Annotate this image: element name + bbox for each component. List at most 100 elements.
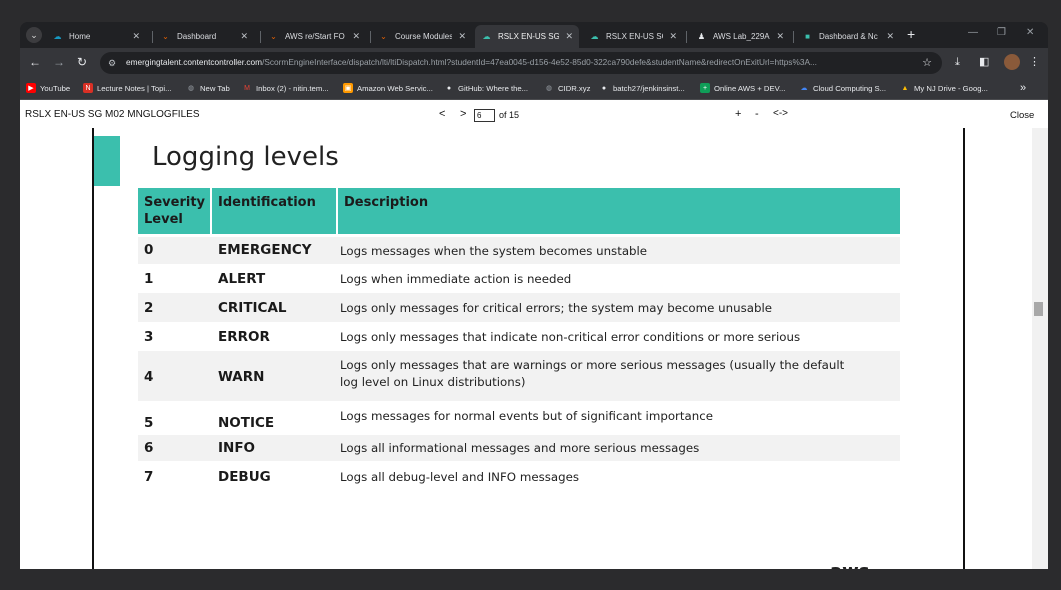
canvas-icon: ⌄ — [380, 32, 387, 41]
sheets-icon: + — [700, 83, 710, 93]
close-icon[interactable]: ✕ — [669, 31, 677, 42]
scrollbar-thumb[interactable] — [1034, 302, 1043, 316]
identification: EMERGENCY — [218, 242, 312, 258]
window-close-icon[interactable]: ✕ — [1026, 27, 1034, 38]
profile-avatar[interactable] — [1004, 54, 1020, 70]
close-icon[interactable]: ✕ — [776, 31, 784, 42]
tab-separator — [152, 31, 153, 43]
severity-level: 2 — [144, 300, 154, 316]
bookmark-star-icon[interactable]: ☆ — [922, 56, 932, 69]
zoom-in-button[interactable]: + — [735, 108, 741, 120]
back-icon[interactable]: ← — [29, 55, 41, 69]
identification: WARN — [218, 369, 265, 385]
severity-level: 5 — [144, 415, 154, 431]
bookmark-new-tab[interactable]: ◍ New Tab — [186, 83, 230, 93]
github-icon: ● — [601, 84, 607, 92]
tab-dashboard-nc[interactable]: ■ Dashboard & Nc ✕ — [796, 25, 900, 48]
identification: INFO — [218, 440, 256, 456]
bookmark-lecture-notes[interactable]: N Lecture Notes | Topi... — [83, 83, 172, 93]
restore-icon[interactable]: ❐ — [997, 27, 1006, 38]
tab-separator — [370, 31, 371, 43]
table-row: 0 EMERGENCY Logs messages when the syste… — [138, 237, 900, 264]
bookmark-cidr[interactable]: ◍ CIDR.xyz — [544, 83, 591, 93]
bookmark-aws[interactable]: ▣ Amazon Web Servic... — [343, 83, 433, 93]
previous-page-button[interactable]: < — [439, 108, 445, 120]
zoom-out-button[interactable]: - — [755, 108, 759, 120]
bookmark-cloud-computing[interactable]: ☁ Cloud Computing S... — [799, 83, 887, 93]
description: Logs only messages that are warnings or … — [340, 358, 845, 389]
aws-logo: aws — [830, 561, 870, 569]
tab-rslx-active[interactable]: ☁ RSLX EN-US SG I ✕ — [475, 25, 579, 48]
slide-title: Logging levels — [152, 142, 339, 172]
tab-strip: ⌄ ☁ Home ✕ ⌄ Dashboard ✕ ⌄ AWS re/Start … — [20, 22, 1048, 48]
identification: DEBUG — [218, 469, 271, 485]
browser-toolbar: ← → ↻ ⚙ emergingtalent.contentcontroller… — [20, 48, 1048, 78]
fit-width-button[interactable]: <-> — [773, 108, 788, 119]
side-panel-icon[interactable]: ◧ — [979, 56, 989, 68]
close-icon[interactable]: ✕ — [132, 31, 140, 42]
scrollbar[interactable] — [1032, 128, 1048, 569]
aws-icon: ☁ — [590, 32, 599, 41]
bookmark-youtube[interactable]: ▶ YouTube — [26, 83, 70, 93]
close-button[interactable]: Close — [1010, 110, 1034, 121]
bookmark-jenkins[interactable]: ● batch27/jenkinsinst... — [599, 83, 685, 93]
identification: NOTICE — [218, 415, 275, 431]
close-icon[interactable]: ✕ — [565, 31, 573, 42]
slide: Logging levels Severity Level Identifica… — [92, 128, 965, 569]
description: Logs all debug-level and INFO messages — [340, 470, 579, 484]
tab-separator — [260, 31, 261, 43]
bookmarks-more-icon[interactable]: » — [1020, 82, 1026, 94]
tab-separator — [793, 31, 794, 43]
download-icon[interactable]: ⤓ — [955, 56, 960, 68]
table-header: Severity Level Identification Descriptio… — [138, 188, 900, 234]
bookmark-nj-drive[interactable]: ▲ My NJ Drive - Goog... — [900, 83, 988, 93]
table-row: 5 NOTICE Logs messages for normal events… — [138, 401, 900, 435]
bookmark-github[interactable]: ● GitHub: Where the... — [444, 83, 528, 93]
close-icon[interactable]: ✕ — [352, 31, 360, 42]
canvas-icon: ⌄ — [270, 32, 277, 41]
tab-course-modules[interactable]: ⌄ Course Modules ✕ — [372, 25, 472, 48]
document-title: RSLX EN-US SG M02 MNGLOGFILES — [25, 109, 200, 120]
description: Logs only messages for critical errors; … — [340, 301, 772, 315]
site-info-icon[interactable]: ⚙ — [108, 57, 120, 69]
table-row: 7 DEBUG Logs all debug-level and INFO me… — [138, 461, 900, 491]
identification: ERROR — [218, 329, 270, 345]
menu-kebab-icon[interactable]: ⋮ — [1029, 56, 1040, 68]
page-count: of 15 — [499, 110, 520, 120]
new-tab-button[interactable]: + — [907, 27, 915, 41]
next-page-button[interactable]: > — [460, 108, 466, 120]
table-row: 1 ALERT Logs when immediate action is ne… — [138, 264, 900, 293]
forward-icon[interactable]: → — [53, 55, 65, 69]
tab-home[interactable]: ☁ Home ✕ — [46, 25, 146, 48]
bookmarks-bar: ▶ YouTube N Lecture Notes | Topi... ◍ Ne… — [20, 78, 1048, 100]
reload-icon[interactable]: ↻ — [77, 55, 87, 69]
url-text[interactable]: emergingtalent.contentcontroller.com/Sco… — [126, 57, 926, 67]
tab-dashboard[interactable]: ⌄ Dashboard ✕ — [154, 25, 254, 48]
severity-level: 7 — [144, 469, 154, 485]
cloud-icon: ☁ — [800, 85, 808, 92]
close-icon[interactable]: ✕ — [240, 31, 248, 42]
address-bar[interactable]: ⚙ emergingtalent.contentcontroller.com/S… — [100, 52, 942, 74]
close-icon[interactable]: ✕ — [886, 31, 894, 42]
salesforce-cloud-icon: ☁ — [53, 32, 62, 41]
drive-icon: ▲ — [901, 84, 909, 92]
tab-rslx[interactable]: ☁ RSLX EN-US SG I ✕ — [583, 25, 683, 48]
header-identification: Identification — [212, 188, 336, 234]
bookmark-online-aws[interactable]: + Online AWS + DEV... — [700, 83, 785, 93]
page-number-input[interactable]: 6 — [474, 109, 495, 122]
document-viewer-bar: RSLX EN-US SG M02 MNGLOGFILES < > 6 of 1… — [20, 100, 1048, 128]
header-description: Description — [338, 188, 900, 234]
close-icon[interactable]: ✕ — [458, 31, 466, 42]
tab-aws-lab[interactable]: ♟ AWS Lab_229AN ✕ — [690, 25, 790, 48]
browser-window: ⌄ ☁ Home ✕ ⌄ Dashboard ✕ ⌄ AWS re/Start … — [20, 22, 1048, 569]
table-row: 4 WARN Logs only messages that are warni… — [138, 351, 900, 401]
tab-aws-restart[interactable]: ⌄ AWS re/Start FO ✕ — [262, 25, 366, 48]
minimize-icon[interactable]: — — [968, 27, 978, 38]
severity-level: 0 — [144, 242, 154, 258]
description: Logs messages when the system becomes un… — [340, 244, 648, 258]
bookmark-inbox[interactable]: M Inbox (2) - nitin.tem... — [242, 83, 329, 93]
tab-search-icon[interactable]: ⌄ — [26, 27, 42, 43]
description: Logs when immediate action is needed — [340, 272, 572, 286]
canvas-icon: ⌄ — [162, 32, 169, 41]
globe-icon: ◍ — [187, 85, 195, 92]
